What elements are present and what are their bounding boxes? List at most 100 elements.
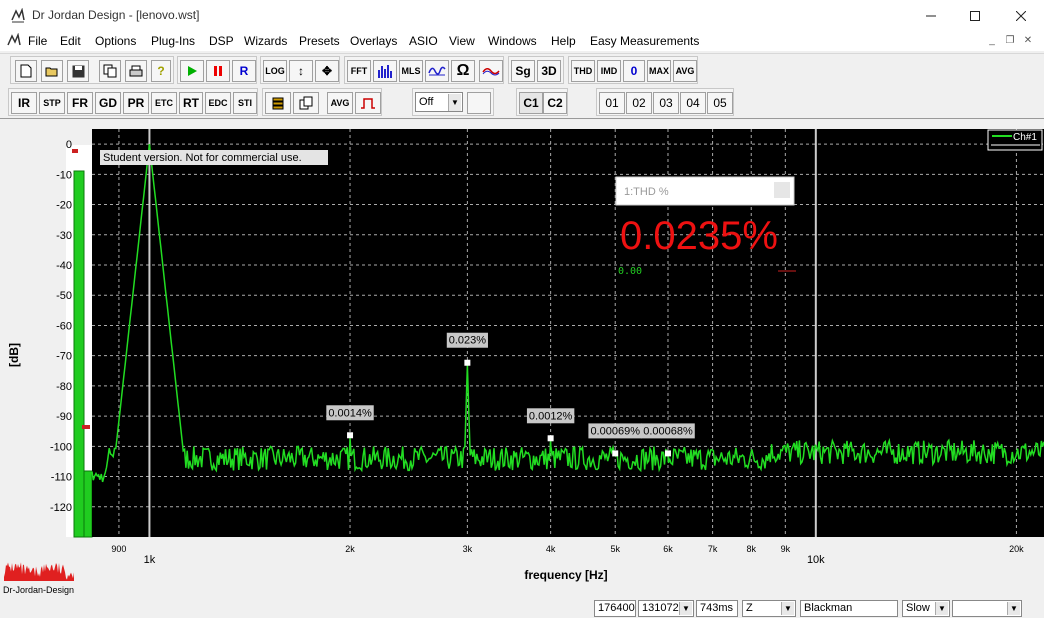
ir-button[interactable]: IR <box>11 92 37 114</box>
y-tick-label: -60 <box>56 320 72 332</box>
menu-easy-measurements[interactable]: Easy Measurements <box>590 34 699 48</box>
channel-2-button[interactable]: C2 <box>543 92 567 114</box>
chevron-down-icon: ▼ <box>679 602 692 615</box>
imd-button[interactable]: IMD <box>597 60 621 82</box>
etc-button[interactable]: ETC <box>151 92 177 114</box>
menu-asio[interactable]: ASIO <box>409 34 438 48</box>
mdi-close-icon[interactable]: ✕ <box>1020 34 1036 48</box>
printer-icon <box>129 65 143 76</box>
gd-button[interactable]: GD <box>95 92 121 114</box>
overlay-5-button[interactable]: 05 <box>707 92 733 114</box>
close-button[interactable] <box>998 0 1044 31</box>
copy-button[interactable] <box>99 60 121 82</box>
menu-plugins[interactable]: Plug-Ins <box>151 34 195 48</box>
spectrum-button[interactable] <box>373 60 397 82</box>
sti-button[interactable]: STI <box>233 92 257 114</box>
wow-flutter-button[interactable] <box>479 60 503 82</box>
minimize-button[interactable] <box>908 0 954 31</box>
overlay-toolbar-group: 01 02 03 04 05 <box>596 88 734 116</box>
x-tick-label: 2k <box>345 544 355 554</box>
menu-wizards[interactable]: Wizards <box>244 34 287 48</box>
x-tick-label: 900 <box>111 544 126 554</box>
vertical-zoom-button[interactable]: ↕ <box>289 60 313 82</box>
weighting-select[interactable]: Z ▼ <box>742 600 796 617</box>
fft-button[interactable]: FFT <box>347 60 371 82</box>
overlay-3-button[interactable]: 03 <box>653 92 679 114</box>
signal-generator-button[interactable]: Sg <box>511 60 535 82</box>
menu-dsp[interactable]: DSP <box>209 34 234 48</box>
mls-button[interactable]: MLS <box>399 60 423 82</box>
y-tick-label: -40 <box>56 260 72 272</box>
avg2-button[interactable]: AVG <box>327 92 353 114</box>
window-function-field[interactable]: Blackman <box>800 600 898 617</box>
view-toolbar-group: LOG ↕ ✥ <box>260 56 340 84</box>
maximize-button[interactable] <box>952 0 998 31</box>
pan-button[interactable]: ✥ <box>315 60 339 82</box>
menu-edit[interactable]: Edit <box>60 34 81 48</box>
rt-button[interactable]: RT <box>179 92 203 114</box>
fft-size-select[interactable]: 131072 ▼ <box>638 600 694 617</box>
open-button[interactable] <box>41 60 63 82</box>
help-button[interactable]: ? <box>151 60 171 82</box>
plot-area[interactable] <box>92 129 1044 537</box>
main-toolbar: ? R LOG ↕ ✥ FFT MLS Ω Sg 3D THD IMD 0 MA… <box>0 53 1044 85</box>
menu-presets[interactable]: Presets <box>299 34 340 48</box>
channel-1-button[interactable]: C1 <box>519 92 543 114</box>
save-disk-icon <box>72 65 84 77</box>
speed-select[interactable]: Slow ▼ <box>902 600 950 617</box>
fr-button[interactable]: FR <box>67 92 93 114</box>
y-tick-label: -10 <box>56 169 72 181</box>
mdi-minimize-icon[interactable]: _ <box>984 34 1000 48</box>
3d-button[interactable]: 3D <box>537 60 561 82</box>
harmonic-marker <box>547 435 554 442</box>
pulse-icon <box>361 98 375 109</box>
analysis-toolbar-group: FFT MLS Ω <box>344 56 504 84</box>
vertical-arrows-icon: ↕ <box>298 64 304 78</box>
stack-button[interactable] <box>265 92 291 114</box>
menu-help[interactable]: Help <box>551 34 576 48</box>
pulse-button[interactable] <box>355 92 381 114</box>
stp-button[interactable]: STP <box>39 92 65 114</box>
log-button[interactable]: LOG <box>263 60 287 82</box>
x-axis-label: frequency [Hz] <box>524 568 607 582</box>
window-function-value: Blackman <box>804 602 853 614</box>
zero-button[interactable]: 0 <box>623 60 645 82</box>
y-tick-label: -30 <box>56 230 72 242</box>
new-button[interactable] <box>15 60 37 82</box>
mdi-controls: _ ❐ ✕ <box>984 34 1036 48</box>
edc-button[interactable]: EDC <box>205 92 231 114</box>
record-button[interactable]: R <box>232 60 256 82</box>
level-meter-bar-2 <box>83 470 93 538</box>
chevron-down-icon: ▼ <box>1007 602 1020 615</box>
pr-button[interactable]: PR <box>123 92 149 114</box>
save-button[interactable] <box>67 60 89 82</box>
menu-options[interactable]: Options <box>95 34 136 48</box>
overlay-2-button[interactable]: 02 <box>626 92 652 114</box>
overlay-4-button[interactable]: 04 <box>680 92 706 114</box>
extra-select[interactable]: ▼ <box>952 600 1022 617</box>
sweep-button[interactable] <box>425 60 449 82</box>
copy-icon <box>103 64 117 78</box>
menu-view[interactable]: View <box>449 34 475 48</box>
pause-button[interactable] <box>206 60 230 82</box>
mdi-restore-icon[interactable]: ❐ <box>1002 34 1018 48</box>
max-button[interactable]: MAX <box>647 60 671 82</box>
y-tick-label: -70 <box>56 351 72 363</box>
blank-button[interactable] <box>467 92 491 114</box>
thd-button[interactable]: THD <box>571 60 595 82</box>
harmonic-marker <box>464 359 471 366</box>
document-icon[interactable] <box>6 33 22 49</box>
menu-windows[interactable]: Windows <box>488 34 537 48</box>
thd-panel-close-button[interactable] <box>774 182 790 198</box>
play-button[interactable] <box>180 60 204 82</box>
overlay-1-button[interactable]: 01 <box>599 92 625 114</box>
print-button[interactable] <box>125 60 147 82</box>
mode-select[interactable]: Off ▼ <box>415 92 463 112</box>
windows-button[interactable] <box>293 92 319 114</box>
impedance-button[interactable]: Ω <box>451 60 475 82</box>
menu-file[interactable]: File <box>28 34 47 48</box>
x-tick-label: 5k <box>610 544 620 554</box>
menu-overlays[interactable]: Overlays <box>350 34 397 48</box>
spectrum-plot[interactable]: 0 -10 -20 -30 -40 -50 -60 -70 -80 -90 -100 -110 -120… <box>0 119 1044 599</box>
avg-button[interactable]: AVG <box>673 60 697 82</box>
